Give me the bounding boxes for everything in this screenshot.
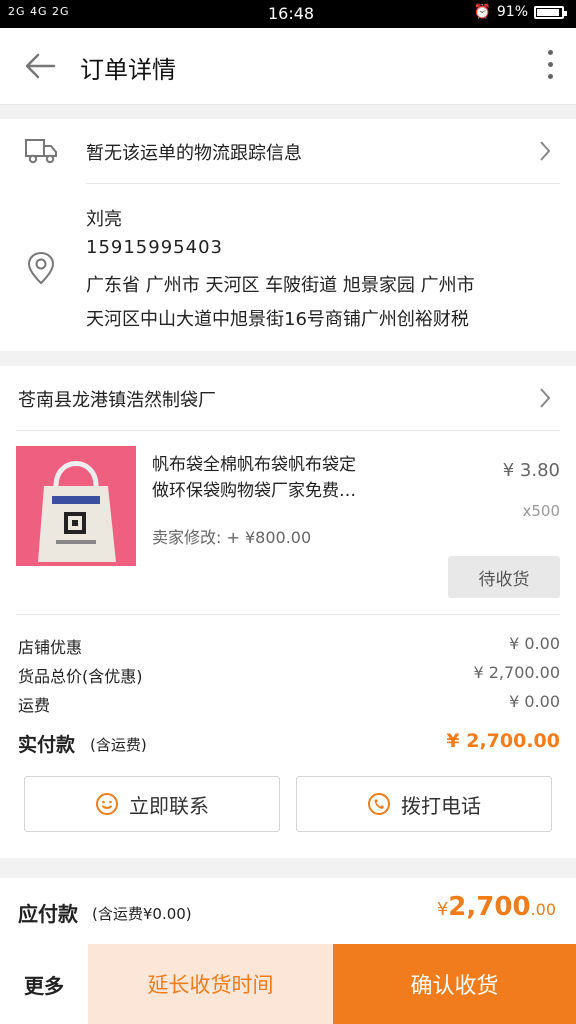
battery-icon: [534, 5, 567, 19]
payable-cents: .00: [530, 900, 556, 919]
product-quantity: x500: [522, 502, 560, 520]
battery-percent: 91%: [496, 4, 528, 20]
shop-name: 苍南县龙港镇浩然制袋厂: [18, 390, 216, 411]
truck-icon: [25, 139, 57, 164]
summary-label-shipping: 运费: [18, 696, 51, 715]
confirm-receipt-button[interactable]: 确认收货: [333, 944, 576, 1024]
shop-row[interactable]: 苍南县龙港镇浩然制袋厂: [0, 366, 576, 430]
contact-seller-label: 立即联系: [129, 793, 209, 818]
summary-label-discount: 店铺优惠: [18, 638, 83, 657]
payable-currency: ¥: [436, 899, 449, 920]
paid-label: 实付款: [18, 734, 76, 756]
recipient-name: 刘亮: [86, 209, 122, 230]
summary-label-subtotal: 货品总价(含优惠): [18, 667, 143, 686]
shipping-card: 暂无该运单的物流跟踪信息 刘亮 15915995403 广东省 广州市 天河区 …: [0, 119, 576, 351]
status-bar: 2G 4G 2G 16:48 ⏰ 91%: [0, 0, 576, 28]
location-pin-icon: [27, 251, 55, 285]
page-title: 订单详情: [80, 56, 176, 84]
awaiting-receipt-button[interactable]: 待收货: [448, 556, 560, 598]
chevron-right-icon: [540, 388, 551, 408]
paid-note: (含运费): [90, 736, 147, 754]
clock: 16:48: [268, 4, 315, 23]
signal-indicator: 2G 4G 2G: [8, 5, 70, 18]
chevron-right-icon: [540, 141, 551, 161]
smiley-chat-icon: [96, 793, 118, 815]
summary-value-subtotal: ¥ 2,700.00: [473, 663, 560, 682]
payable-note: (含运费¥0.00): [92, 905, 192, 923]
summary-value-shipping: ¥ 0.00: [509, 692, 560, 711]
summary-value-discount: ¥ 0.00: [509, 634, 560, 653]
address-line-2: 天河区中山大道中旭景街16号商铺广州创裕财税: [86, 309, 469, 330]
phone-icon: [368, 793, 390, 815]
call-phone-button[interactable]: 拨打电话: [296, 776, 552, 832]
contact-seller-button[interactable]: 立即联系: [24, 776, 280, 832]
tote-bag-icon: [16, 446, 136, 566]
seller-adjustment: 卖家修改: + ¥800.00: [152, 528, 312, 547]
extend-receipt-time-button[interactable]: 延长收货时间: [88, 944, 333, 1024]
arrow-left-icon: [25, 53, 56, 79]
product-price: ¥ 3.80: [502, 460, 560, 481]
product-title-line-1: 帆布袋全棉帆布袋帆布袋定: [152, 455, 356, 475]
order-card: 苍南县龙港镇浩然制袋厂 帆布袋全棉帆布袋帆布袋定 做环保袋购物袋厂家免费… ¥ …: [0, 366, 576, 858]
more-actions-button[interactable]: 更多: [0, 944, 88, 1024]
payable-card: 应付款 (含运费¥0.00) ¥2,700.00: [0, 878, 576, 944]
payable-integer: 2,700: [448, 892, 531, 922]
status-right: ⏰ 91%: [473, 4, 567, 20]
title-bar: 订单详情: [0, 28, 576, 105]
more-menu-button[interactable]: [544, 50, 556, 84]
back-button[interactable]: [20, 46, 60, 86]
address-line-1: 广东省 广州市 天河区 车陂街道 旭景家园 广州市: [86, 275, 475, 296]
call-phone-label: 拨打电话: [401, 793, 481, 818]
bottom-action-bar: 更多 延长收货时间 确认收货: [0, 944, 576, 1024]
product-title-line-2: 做环保袋购物袋厂家免费…: [152, 481, 356, 501]
logistics-row[interactable]: 暂无该运单的物流跟踪信息: [0, 119, 576, 183]
recipient-phone: 15915995403: [86, 237, 223, 258]
payable-amount: ¥2,700.00: [437, 892, 556, 922]
payable-label: 应付款: [18, 902, 78, 926]
logistics-text: 暂无该运单的物流跟踪信息: [86, 143, 302, 164]
alarm-icon: ⏰: [473, 4, 491, 20]
paid-amount: ¥ 2,700.00: [446, 730, 560, 752]
product-image[interactable]: [16, 446, 136, 566]
